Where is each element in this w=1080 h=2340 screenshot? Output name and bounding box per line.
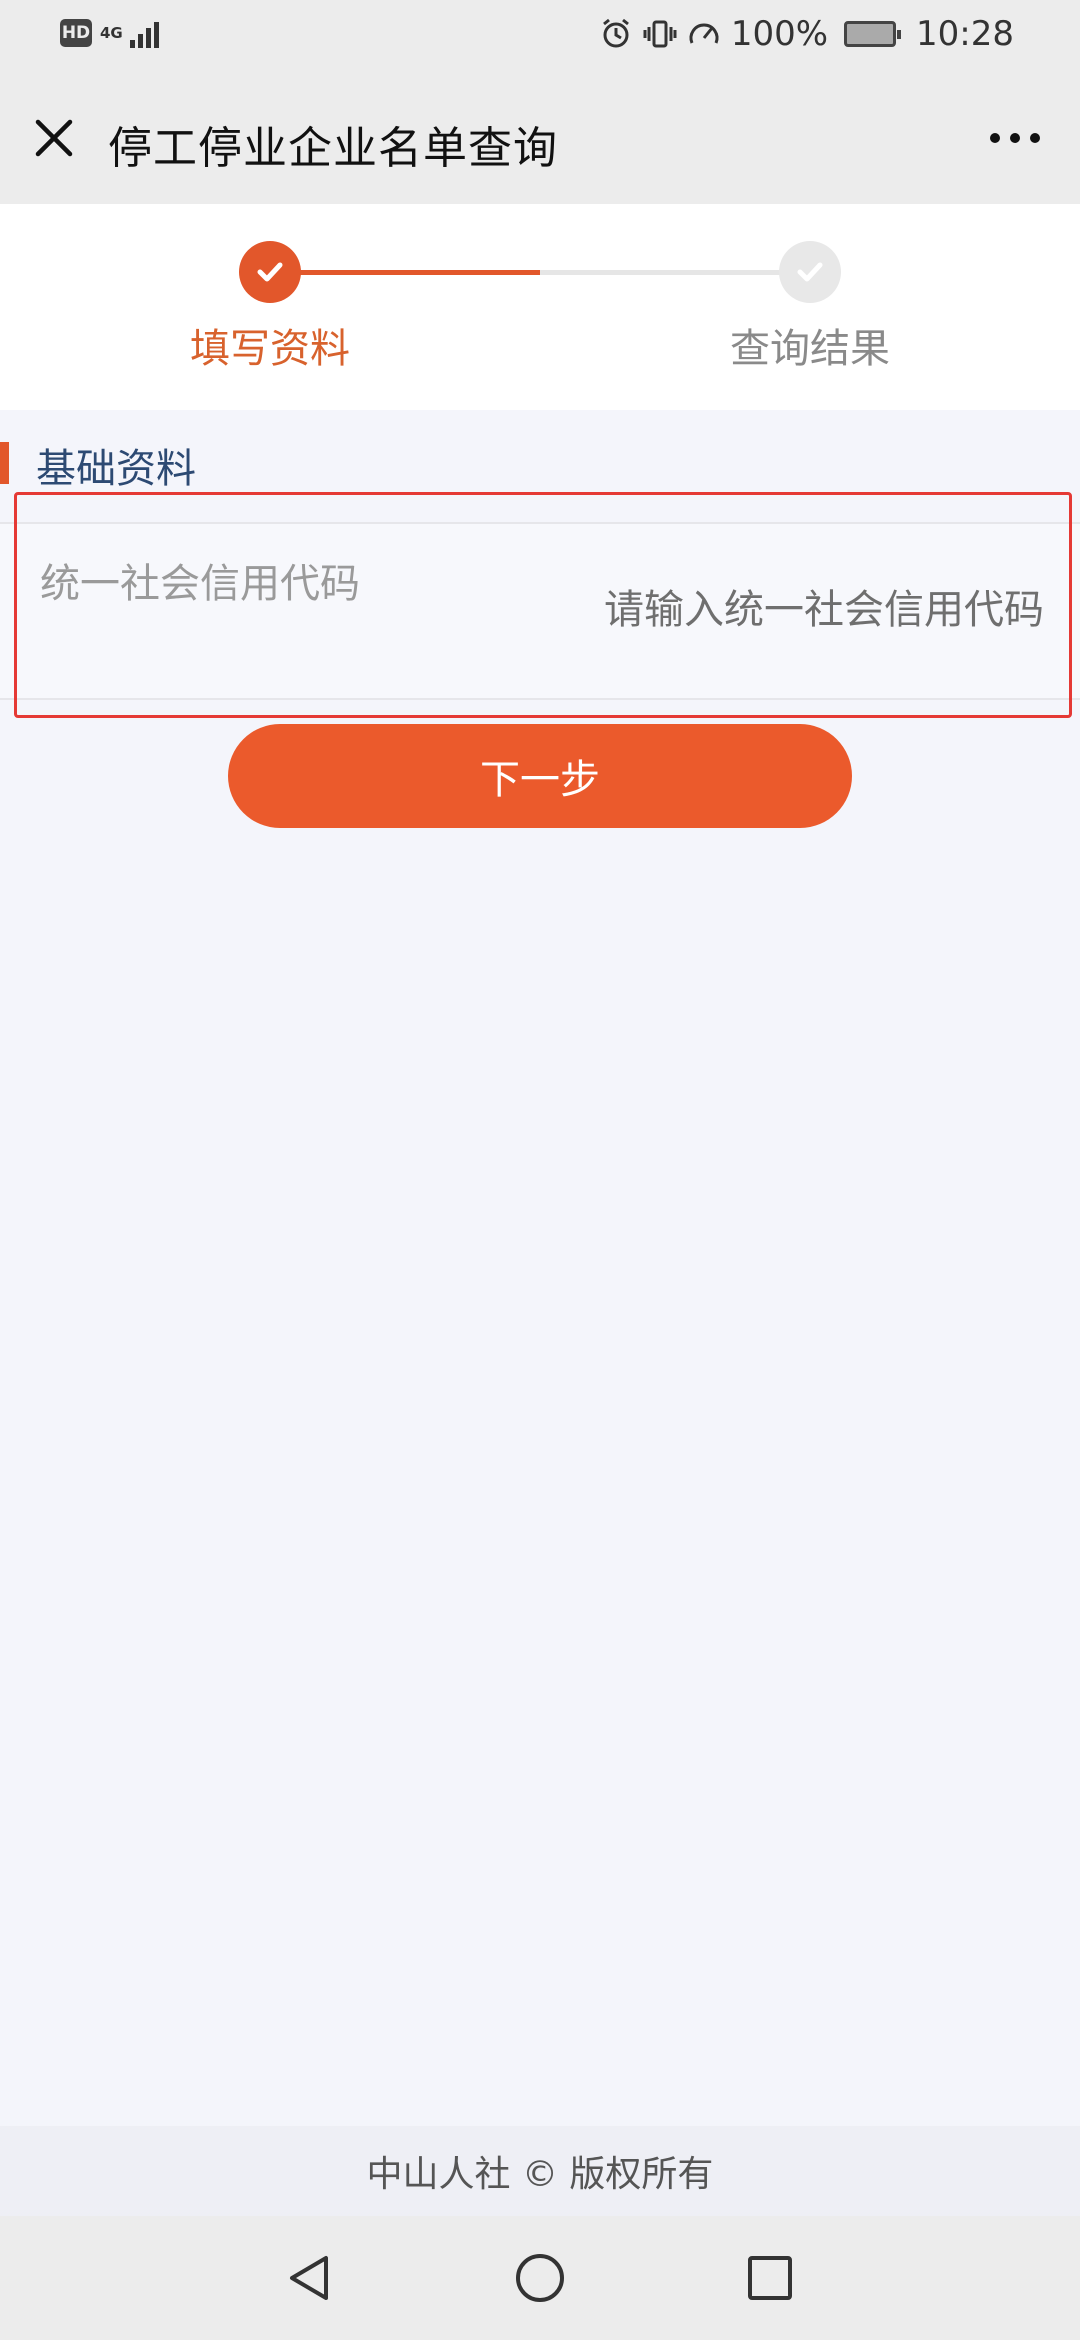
battery-percent: 100% xyxy=(730,14,829,54)
home-icon[interactable] xyxy=(506,2244,574,2312)
status-right: 100% 10:28 xyxy=(599,14,1014,54)
speed-icon xyxy=(689,23,719,44)
credit-code-row: 统一社会信用代码 xyxy=(0,522,1080,700)
section-accent-bar xyxy=(0,442,9,484)
next-button[interactable]: 下一步 xyxy=(228,724,852,828)
footer: 中山人社 © 版权所有 xyxy=(0,2126,1080,2216)
section-title: 基础资料 xyxy=(36,446,196,492)
signal-icon xyxy=(130,18,159,48)
close-icon[interactable] xyxy=(26,110,82,166)
network-label: 4G xyxy=(100,23,123,42)
page-title: 停工停业企业名单查询 xyxy=(108,123,558,174)
back-icon[interactable] xyxy=(276,2244,344,2312)
step-line-completed xyxy=(270,270,540,275)
vibrate-icon xyxy=(643,20,677,48)
alarm-icon xyxy=(602,18,629,48)
app-header: 停工停业企业名单查询 xyxy=(0,72,1080,204)
footer-copyright: 中山人社 © 版权所有 xyxy=(366,2154,714,2195)
step-1-check-icon xyxy=(239,241,301,303)
battery-icon xyxy=(844,21,902,47)
more-icon[interactable] xyxy=(980,116,1050,160)
status-time: 10:28 xyxy=(916,14,1014,54)
hd-badge: HD xyxy=(60,19,92,47)
status-left: HD 4G xyxy=(60,18,159,48)
status-bar: HD 4G 100% 10:28 xyxy=(0,0,1080,72)
credit-code-label: 统一社会信用代码 xyxy=(40,561,360,607)
step-progress: 填写资料 查询结果 xyxy=(0,204,1080,410)
step-2-check-icon xyxy=(779,241,841,303)
step-line-pending xyxy=(540,270,810,275)
recent-apps-icon[interactable] xyxy=(736,2244,804,2312)
step-2-label: 查询结果 xyxy=(730,326,890,372)
system-nav-bar xyxy=(0,2216,1080,2340)
credit-code-input[interactable] xyxy=(484,578,1044,642)
step-1-label: 填写资料 xyxy=(190,326,350,372)
section-header: 基础资料 xyxy=(0,430,1080,494)
screen: HD 4G 100% 10:28 停工停业企业名单查询 填写资料 查询结果 基础… xyxy=(0,0,1080,2340)
